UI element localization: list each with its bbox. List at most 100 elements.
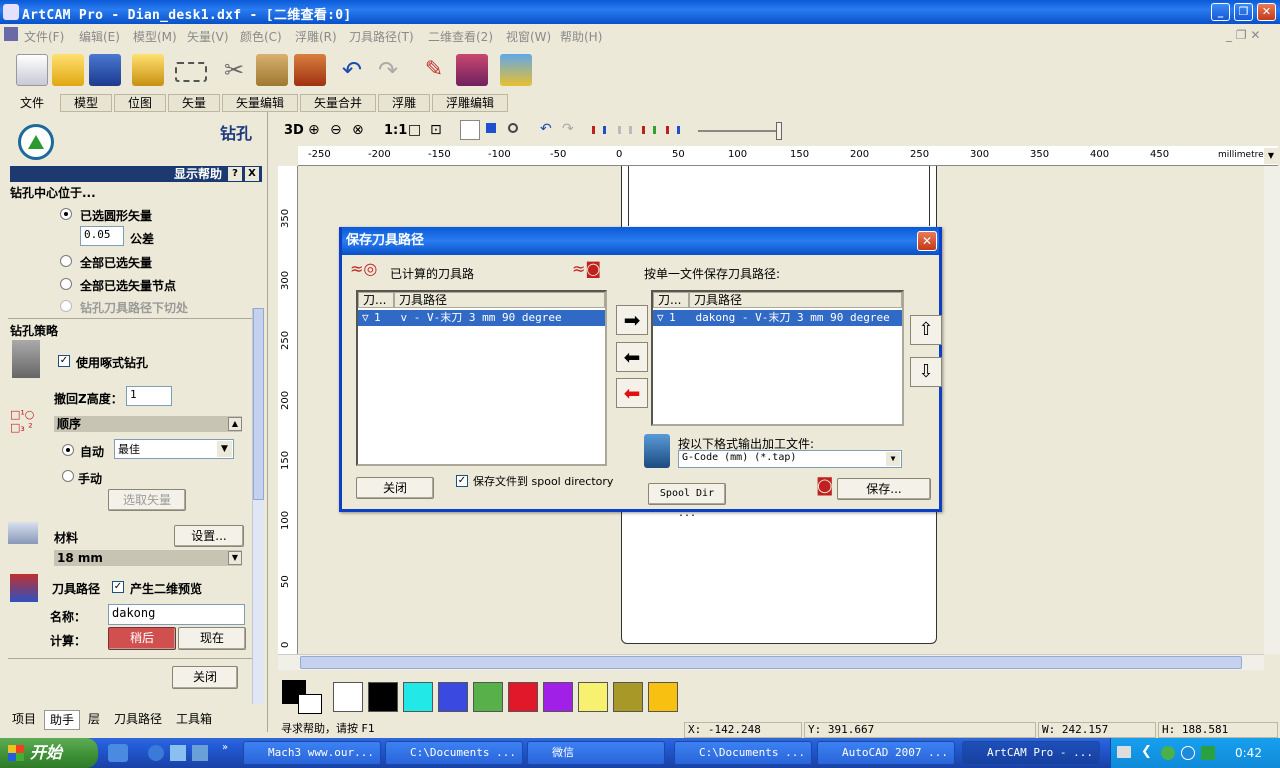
ie-icon[interactable] [148, 745, 164, 761]
save-toolpaths-list[interactable]: 刀... 刀具路径 ▽ 1 dakong - V-末刀 3 mm 90 degre… [651, 290, 904, 426]
draw-icon[interactable]: ✎ [418, 54, 450, 86]
dialog-close-button[interactable]: ✕ [917, 231, 937, 251]
wizard-icon[interactable] [500, 54, 532, 86]
tab-toolbox[interactable]: 工具箱 [170, 710, 218, 730]
layer-toggle-icon[interactable] [460, 120, 480, 140]
chevron-down-icon[interactable]: ▼ [886, 452, 900, 466]
dialog-close-text-button[interactable]: 关闭 [356, 477, 434, 499]
panel-scroll-thumb[interactable] [253, 308, 264, 500]
new-file-icon[interactable] [16, 54, 48, 86]
canvas-horizontal-scrollbar[interactable] [278, 654, 1264, 670]
task-documents-1[interactable]: C:\Documents ... [385, 741, 523, 765]
maximize-button[interactable]: ❐ [1234, 3, 1253, 21]
view-fit-icon[interactable]: ⊡ [430, 122, 442, 138]
menu-file[interactable]: 文件(F) [24, 28, 64, 45]
radio-manual-order[interactable] [62, 470, 74, 482]
panel-close-button[interactable]: 关闭 [172, 666, 238, 689]
palette-swatch-cyan[interactable] [403, 682, 433, 712]
preview-checkbox[interactable]: ✓ [112, 581, 124, 593]
radio-all-vector-nodes[interactable] [60, 278, 72, 290]
tab-vector-merge[interactable]: 矢量合并 [300, 94, 376, 112]
start-button[interactable]: 开始 [0, 738, 98, 768]
palette-swatch-yellow[interactable] [578, 682, 608, 712]
background-color[interactable] [298, 694, 322, 714]
tab-bitmap[interactable]: 位图 [114, 94, 166, 112]
mdi-controls[interactable]: _ ❐ ✕ [1226, 28, 1260, 42]
help-question-button[interactable]: ? [228, 167, 242, 181]
node-toggle-icon[interactable] [508, 123, 518, 133]
undo-icon[interactable]: ↶ [336, 54, 368, 86]
view-box-icon[interactable]: □ [408, 122, 421, 138]
import-icon[interactable] [132, 54, 164, 86]
zoom-slider[interactable] [698, 130, 782, 132]
tab-relief-edit[interactable]: 浮雕编辑 [432, 94, 508, 112]
list-col-tool[interactable]: 刀... [358, 292, 394, 308]
tab-relief[interactable]: 浮雕 [378, 94, 430, 112]
align-icon-2[interactable] [618, 126, 632, 134]
radio-auto-order[interactable] [62, 444, 74, 456]
tolerance-input[interactable]: 0.05 [80, 226, 124, 246]
quicklaunch-icon[interactable] [108, 744, 128, 762]
quicklaunch-icon-2[interactable] [170, 745, 186, 761]
wechat-tray-icon[interactable] [1161, 746, 1175, 760]
order-collapse-button[interactable]: ▲ [228, 417, 242, 431]
retract-input[interactable]: 1 [126, 386, 172, 406]
task-autocad[interactable]: AutoCAD 2007 ... [817, 741, 955, 765]
palette-swatch-white[interactable] [333, 682, 363, 712]
list-item[interactable]: ▽ 1 v - V-末刀 3 mm 90 degree [358, 310, 605, 326]
peck-drill-checkbox[interactable]: ✓ [58, 355, 70, 367]
menu-edit[interactable]: 编辑(E) [79, 28, 120, 45]
move-all-left-button[interactable]: ⬅ [616, 378, 648, 408]
tab-assistant[interactable]: 助手 [44, 710, 80, 730]
zoom-slider-handle[interactable] [776, 122, 782, 140]
units-dropdown-icon[interactable]: ▼ [1264, 148, 1278, 164]
canvas-vertical-scrollbar[interactable] [1264, 166, 1280, 654]
zoom-fit-icon[interactable]: ⊗ [352, 122, 364, 138]
zoom-1to1-button[interactable]: 1:1 [384, 123, 407, 138]
list-col-toolpath[interactable]: 刀具路径 [689, 292, 902, 308]
tab-toolpaths[interactable]: 刀具路径 [108, 710, 168, 730]
palette-swatch-purple[interactable] [543, 682, 573, 712]
radio-all-selected-vectors[interactable] [60, 255, 72, 267]
copy-icon[interactable] [256, 54, 288, 86]
menu-color[interactable]: 颜色(C) [240, 28, 282, 45]
dialog-save-button[interactable]: 保存... [837, 478, 931, 500]
palette-swatch-red[interactable] [508, 682, 538, 712]
compute-later-button[interactable]: 稍后 [108, 627, 176, 650]
palette-swatch-orange[interactable] [648, 682, 678, 712]
select-vectors-button[interactable]: 选取矢量 [108, 489, 186, 511]
menu-window[interactable]: 视窗(W) [506, 28, 551, 45]
format-select[interactable]: G-Code (mm) (*.tap) ▼ [678, 450, 902, 468]
save-icon[interactable] [89, 54, 121, 86]
palette-swatch-black[interactable] [368, 682, 398, 712]
spool-checkbox[interactable]: ✓ [456, 475, 468, 487]
keyboard-icon[interactable] [1117, 746, 1131, 758]
move-down-button[interactable]: ⇩ [910, 357, 942, 387]
move-right-button[interactable]: ➡ [616, 305, 648, 335]
view-3d-button[interactable]: 3D [284, 123, 304, 138]
zoom-out-icon[interactable]: ⊖ [330, 122, 342, 138]
menu-help[interactable]: 帮助(H) [560, 28, 602, 45]
select-region-icon[interactable] [175, 62, 207, 82]
help-bar[interactable]: 显示帮助 [10, 166, 262, 182]
menu-vector[interactable]: 矢量(V) [187, 28, 229, 45]
material-settings-button[interactable]: 设置... [174, 525, 244, 547]
task-mach3[interactable]: Mach3 www.our... [243, 741, 381, 765]
material-expand-button[interactable]: ▼ [228, 551, 242, 565]
align-icon-4[interactable] [666, 126, 680, 134]
paste-icon[interactable] [294, 54, 326, 86]
toolpath-name-input[interactable]: dakong [108, 604, 245, 625]
task-documents-2[interactable]: C:\Documents ... [674, 741, 812, 765]
tab-file[interactable]: 文件 [6, 94, 58, 112]
task-artcam[interactable]: ArtCAM Pro - ... [962, 741, 1100, 765]
tab-model[interactable]: 模型 [60, 94, 112, 112]
palette-swatch-green[interactable] [473, 682, 503, 712]
security-shield-icon[interactable] [1201, 746, 1215, 760]
tab-vector-edit[interactable]: 矢量编辑 [222, 94, 298, 112]
tray-expand-icon[interactable]: ❮ [1141, 744, 1152, 759]
task-wechat[interactable]: 微信 [527, 741, 665, 765]
view-redo-icon[interactable]: ↷ [562, 121, 574, 137]
quicklaunch-icon-3[interactable] [192, 745, 208, 761]
open-folder-icon[interactable] [52, 54, 84, 86]
minimize-button[interactable]: _ [1211, 3, 1230, 21]
